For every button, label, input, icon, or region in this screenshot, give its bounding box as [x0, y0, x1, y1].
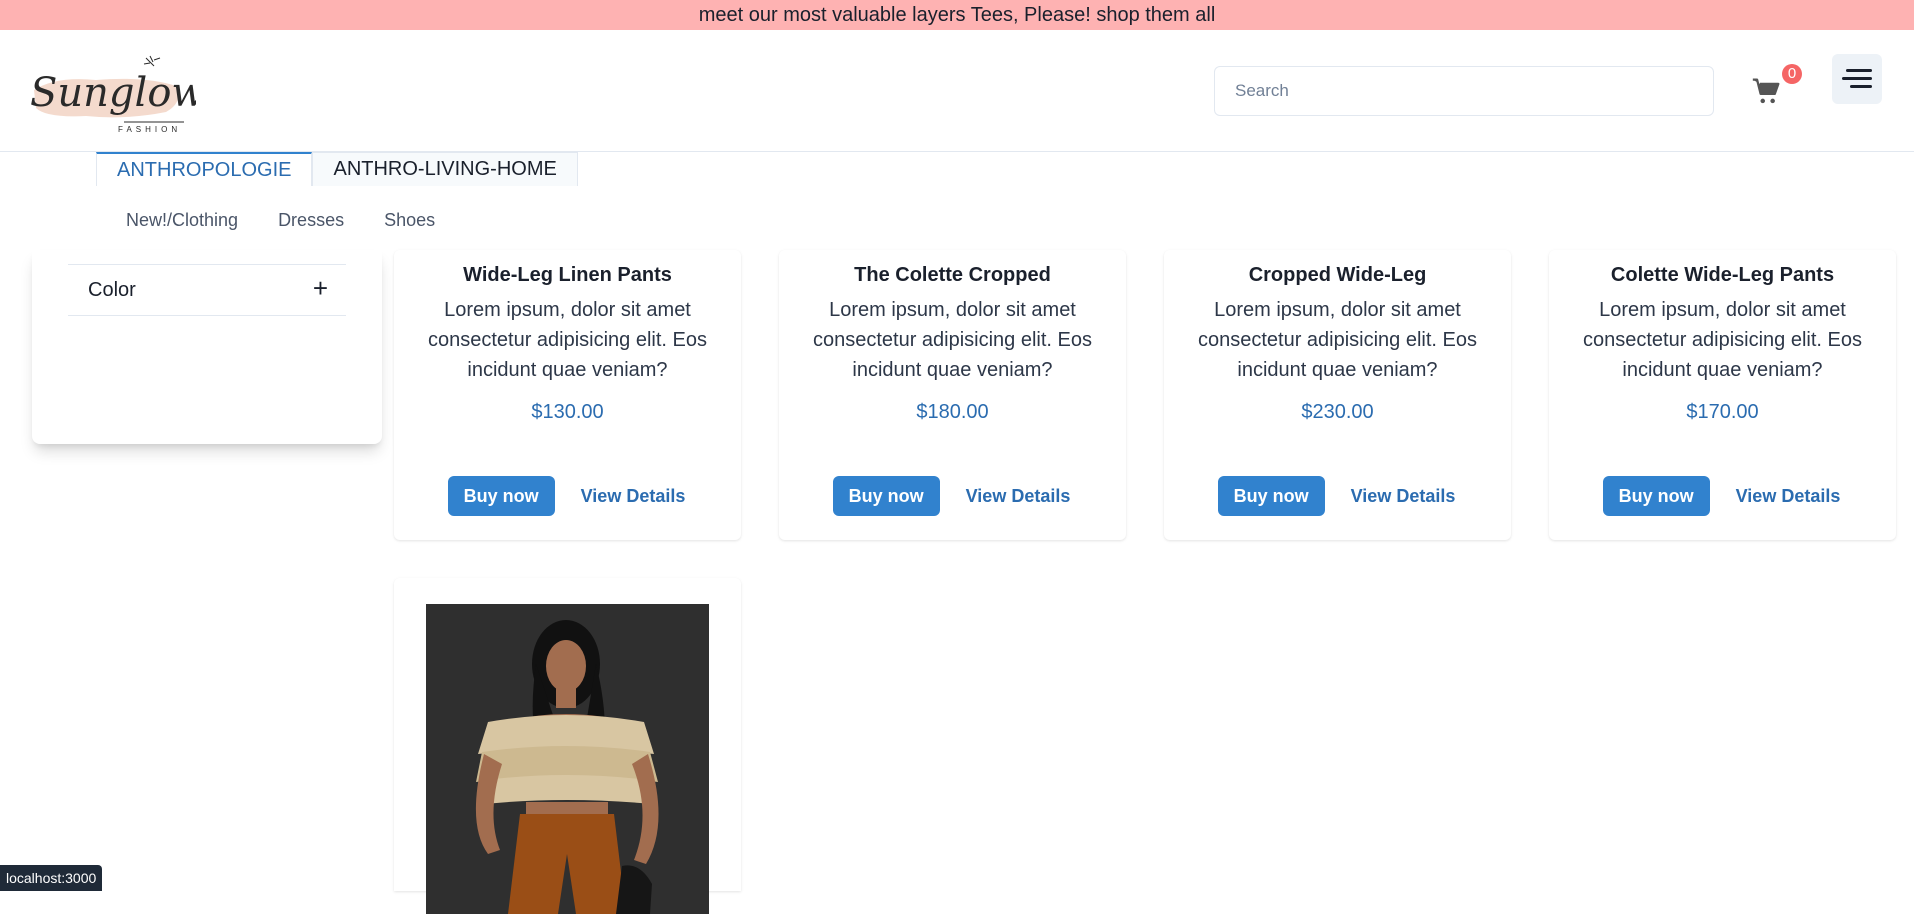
product-price: $180.00	[916, 401, 989, 423]
announcement-bar: meet our most valuable layers Tees, Plea…	[0, 0, 1914, 30]
view-details-button[interactable]: View Details	[1734, 476, 1843, 516]
product-card	[394, 578, 741, 914]
store-tabs: ANTHROPOLOGIE ANTHRO-LIVING-HOME	[96, 152, 578, 186]
plus-icon: +	[312, 273, 328, 303]
filter-label: Color	[88, 279, 136, 301]
product-description: Lorem ipsum, dolor sit amet consectetur …	[1197, 299, 1478, 381]
product-price: $170.00	[1686, 401, 1759, 423]
hamburger-menu-button[interactable]	[1832, 54, 1882, 104]
nav-item-shoes[interactable]: Shoes	[384, 210, 435, 231]
buy-now-button[interactable]: Buy now	[1217, 476, 1325, 516]
product-description: Lorem ipsum, dolor sit amet consectetur …	[1582, 299, 1863, 381]
product-description: Lorem ipsum, dolor sit amet consectetur …	[812, 299, 1093, 381]
menu-line-icon	[1842, 77, 1872, 80]
menu-line-icon	[1846, 69, 1872, 72]
site-header: Sunglow FASHION 0	[0, 30, 1914, 152]
logo-image: Sunglow FASHION	[30, 55, 206, 139]
view-details-button[interactable]: View Details	[579, 476, 688, 516]
buy-now-button[interactable]: Buy now	[1602, 476, 1710, 516]
brand-logo[interactable]: Sunglow FASHION	[26, 50, 206, 139]
buy-now-button[interactable]: Buy now	[447, 476, 555, 516]
product-card: The Colette Cropped Lorem ipsum, dolor s…	[779, 250, 1126, 540]
tab-anthro-living-home[interactable]: ANTHRO-LIVING-HOME	[312, 152, 578, 186]
product-card: Colette Wide-Leg Pants Lorem ipsum, dolo…	[1549, 250, 1896, 540]
cart-count-badge: 0	[1782, 64, 1802, 84]
menu-line-icon	[1850, 85, 1872, 88]
status-bar-url: localhost:3000	[0, 865, 103, 891]
product-price: $230.00	[1301, 401, 1374, 423]
cart-button[interactable]: 0	[1750, 64, 1802, 114]
product-title: The Colette Cropped	[854, 264, 1051, 286]
search-input[interactable]	[1214, 66, 1714, 116]
view-details-button[interactable]: View Details	[1349, 476, 1458, 516]
view-details-button[interactable]: View Details	[964, 476, 1073, 516]
cart-icon	[1752, 78, 1780, 104]
product-price: $130.00	[531, 401, 604, 423]
product-card: Wide-Leg Linen Pants Lorem ipsum, dolor …	[394, 250, 741, 540]
product-title: Cropped Wide-Leg	[1248, 264, 1427, 286]
category-nav: New!/Clothing Dresses Shoes	[126, 210, 435, 231]
nav-item-dresses[interactable]: Dresses	[278, 210, 344, 231]
filter-panel: Color +	[32, 250, 382, 444]
product-title: Wide-Leg Linen Pants	[463, 264, 672, 286]
product-description: Lorem ipsum, dolor sit amet consectetur …	[427, 299, 708, 381]
svg-text:Sunglow: Sunglow	[30, 70, 196, 116]
tab-anthropologie[interactable]: ANTHROPOLOGIE	[96, 152, 313, 186]
buy-now-button[interactable]: Buy now	[832, 476, 940, 516]
product-image[interactable]	[426, 604, 709, 914]
nav-item-new-clothing[interactable]: New!/Clothing	[126, 210, 238, 231]
product-title: Colette Wide-Leg Pants	[1610, 264, 1835, 286]
product-card: Cropped Wide-Leg Lorem ipsum, dolor sit …	[1164, 250, 1511, 540]
svg-text:FASHION: FASHION	[118, 125, 181, 134]
model-photo	[426, 604, 709, 914]
color-filter-toggle[interactable]: Color +	[68, 264, 346, 316]
